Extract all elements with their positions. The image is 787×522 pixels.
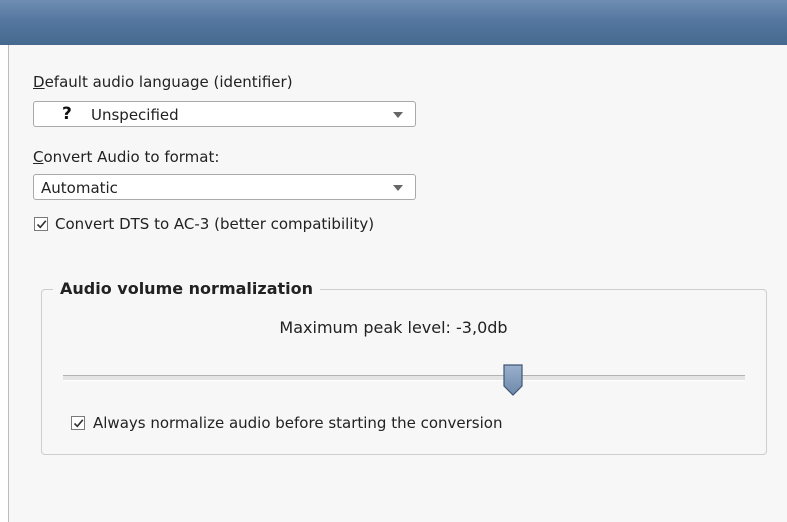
audio-language-label: Default audio language (identifier)	[33, 73, 293, 91]
peak-level-label: Maximum peak level: -3,0db	[279, 318, 508, 337]
peak-level-slider-thumb[interactable]	[503, 364, 523, 400]
convert-format-label-mnemonic: C	[33, 148, 44, 166]
convert-dts-label[interactable]: Convert DTS to AC-3 (better compatibilit…	[55, 215, 374, 233]
checkmark-icon	[73, 419, 84, 428]
window-titlebar	[0, 0, 787, 45]
convert-format-dropdown[interactable]: Automatic	[33, 174, 416, 200]
always-normalize-label[interactable]: Always normalize audio before starting t…	[93, 414, 502, 432]
convert-format-selected: Automatic	[41, 179, 118, 197]
checkmark-icon	[36, 220, 47, 229]
audio-language-label-mnemonic: D	[33, 73, 45, 91]
chevron-down-icon[interactable]	[393, 112, 403, 118]
audio-language-selected: Unspecified	[91, 106, 179, 124]
convert-dts-checkbox[interactable]	[34, 217, 48, 231]
always-normalize-checkbox[interactable]	[71, 416, 85, 430]
peak-level-slider-track[interactable]	[63, 375, 745, 381]
slider-handle-icon	[503, 364, 523, 396]
question-mark-icon: ?	[62, 104, 72, 124]
audio-language-dropdown[interactable]: ? Unspecified	[33, 101, 416, 127]
convert-format-label: Convert Audio to format:	[33, 148, 219, 166]
convert-format-label-text: onvert Audio to format:	[43, 148, 220, 166]
audio-language-label-text: efault audio language (identifier)	[44, 73, 293, 91]
chevron-down-icon[interactable]	[393, 185, 403, 191]
normalization-group-title: Audio volume normalization	[53, 279, 320, 298]
